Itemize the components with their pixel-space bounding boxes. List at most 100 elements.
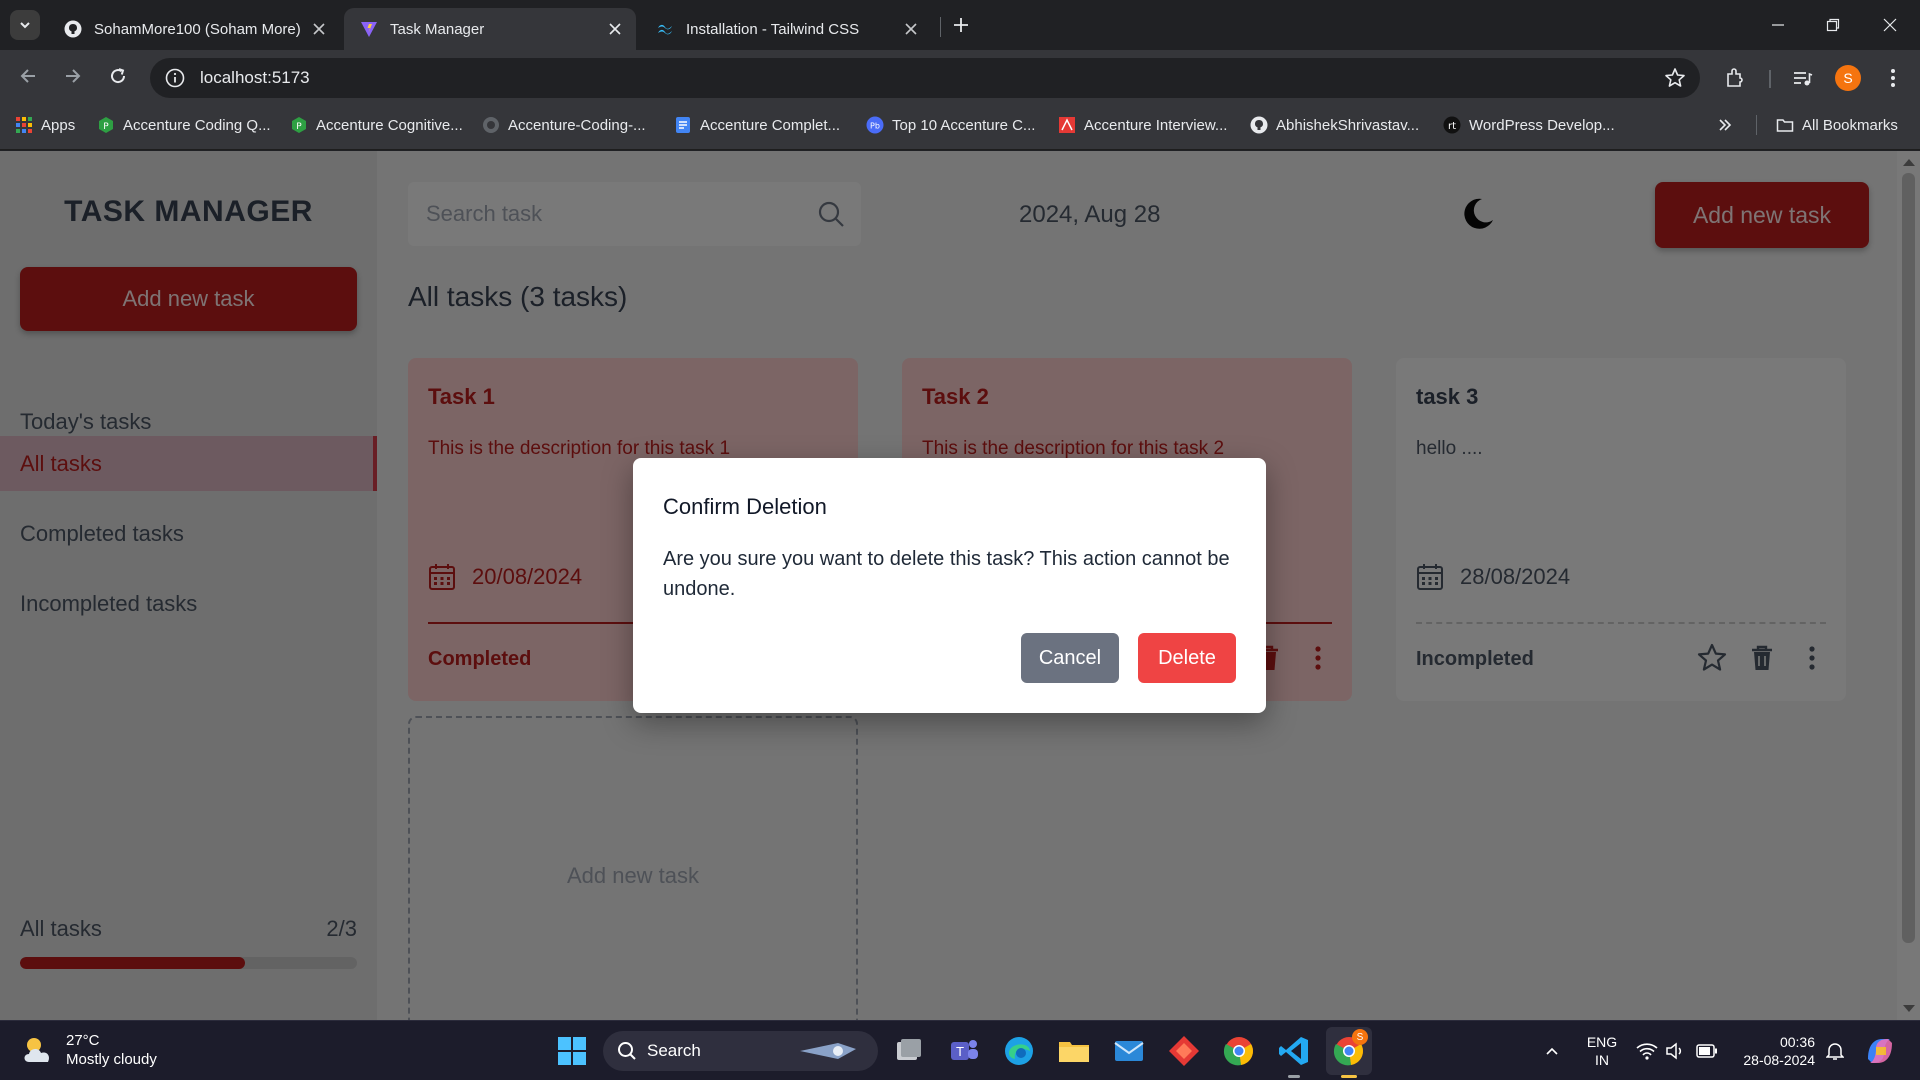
volume-icon[interactable] — [1662, 1033, 1688, 1069]
bookmark-item[interactable]: Pb Top 10 Accenture C... — [866, 114, 1035, 136]
blue-circle-icon: Pb — [866, 116, 884, 134]
chevron-up-icon — [1546, 1047, 1558, 1055]
url-text: localhost:5173 — [200, 68, 310, 87]
dialog-message: Are you sure you want to delete this tas… — [663, 548, 1230, 600]
toolbar-separator — [1769, 70, 1771, 88]
bookmark-label: Accenture Coding Q... — [123, 116, 271, 134]
clock-date: 28-08-2024 — [1743, 1052, 1815, 1068]
mail-icon[interactable] — [1111, 1033, 1147, 1069]
github-icon — [483, 117, 499, 133]
dialog-title: Confirm Deletion — [663, 494, 827, 519]
bookmark-label: Accenture Interview... — [1084, 116, 1228, 134]
restore-button[interactable] — [1813, 10, 1853, 40]
taskbar-search[interactable]: Search — [603, 1031, 878, 1071]
search-icon — [618, 1042, 636, 1060]
tab-strip: SohamMore100 (Soham More) Task Manager I… — [0, 0, 1920, 50]
close-icon — [1883, 18, 1897, 32]
file-explorer-icon[interactable] — [1056, 1033, 1092, 1069]
bookmark-label: AbhishekShrivastav... — [1276, 116, 1420, 134]
edge-icon[interactable] — [1001, 1033, 1037, 1069]
clock[interactable]: 00:36 28-08-2024 — [1735, 1033, 1815, 1069]
all-bookmarks-button[interactable]: All Bookmarks — [1776, 114, 1898, 136]
close-icon[interactable] — [606, 20, 624, 38]
language-indicator[interactable]: ENG IN — [1585, 1033, 1619, 1069]
back-button[interactable] — [14, 62, 42, 90]
red-square-icon — [1059, 117, 1075, 133]
bookmark-item[interactable]: P Accenture Cognitive... — [290, 114, 463, 136]
site-info-icon[interactable] — [164, 67, 186, 89]
windows-start-icon[interactable] — [554, 1033, 590, 1069]
reload-button[interactable] — [104, 62, 132, 90]
github-icon — [1250, 116, 1268, 134]
confirm-deletion-dialog: Confirm Deletion Are you sure you want t… — [633, 458, 1266, 713]
cloudy-weather-icon — [24, 1038, 50, 1062]
bookmark-item[interactable]: Accenture Complet... — [674, 114, 840, 136]
weather-text: Mostly cloudy — [66, 1051, 157, 1068]
profile-avatar[interactable]: S — [1835, 65, 1861, 91]
apps-grid-icon — [16, 117, 32, 133]
more-menu-icon[interactable] — [1881, 66, 1905, 90]
svg-text:P: P — [296, 122, 302, 132]
svg-text:Pb: Pb — [870, 122, 880, 131]
bookmark-item[interactable]: Accenture-Coding-... — [482, 114, 646, 136]
reload-icon — [111, 68, 126, 84]
tab-github[interactable]: SohamMore100 (Soham More) — [48, 8, 340, 50]
tab-label: SohamMore100 (Soham More) — [94, 20, 301, 38]
active-indicator — [1341, 1075, 1357, 1078]
app-red-diamond-icon[interactable] — [1166, 1033, 1202, 1069]
vite-icon — [361, 22, 377, 37]
address-bar[interactable]: localhost:5173 — [150, 58, 1700, 98]
clock-time: 00:36 — [1779, 1034, 1815, 1050]
minimize-icon — [1772, 24, 1784, 26]
svg-text:T: T — [955, 1045, 964, 1059]
bookmark-item[interactable]: AbhishekShrivastav... — [1250, 114, 1419, 136]
teams-icon[interactable]: T — [946, 1033, 982, 1069]
taskbar-search-label: Search — [647, 1041, 701, 1060]
green-hex-icon: P — [292, 117, 306, 133]
arrow-left-icon — [20, 69, 35, 83]
media-control-icon[interactable] — [1790, 66, 1814, 90]
more-bookmarks-button[interactable] — [1718, 114, 1732, 136]
search-highlight-icon — [800, 1043, 856, 1059]
tab-search-button[interactable] — [10, 10, 40, 40]
vscode-icon[interactable] — [1276, 1033, 1312, 1069]
minimize-button[interactable] — [1758, 10, 1798, 40]
arrow-right-icon — [66, 69, 81, 83]
tailwind-icon — [658, 24, 672, 35]
bookmark-item[interactable]: P Accenture Coding Q... — [97, 114, 271, 136]
bookmark-apps[interactable]: Apps — [15, 114, 75, 136]
bookmarks-bar: Apps P Accenture Coding Q... P Accenture… — [0, 100, 1920, 150]
bookmark-label: Accenture Complet... — [700, 116, 841, 134]
tab-separator — [940, 17, 941, 37]
chrome-icon[interactable] — [1221, 1033, 1257, 1069]
close-icon[interactable] — [310, 20, 328, 38]
close-window-button[interactable] — [1870, 10, 1910, 40]
weather-widget[interactable]: 27°C Mostly cloudy — [20, 1031, 157, 1069]
language-top: ENG — [1586, 1034, 1618, 1050]
notification-bell-icon[interactable] — [1822, 1033, 1848, 1069]
copilot-icon[interactable] — [1862, 1033, 1898, 1069]
new-tab-button[interactable] — [948, 12, 974, 38]
running-indicator — [1288, 1075, 1300, 1078]
svg-text:P: P — [103, 122, 109, 132]
double-chevron-right-icon — [1719, 119, 1732, 131]
battery-icon[interactable] — [1694, 1033, 1720, 1069]
forward-button[interactable] — [59, 62, 87, 90]
bookmark-item[interactable]: Accenture Interview... — [1058, 114, 1227, 136]
bookmark-star-icon[interactable] — [1664, 67, 1686, 89]
tab-task-manager[interactable]: Task Manager — [344, 8, 636, 50]
task-view-icon[interactable] — [891, 1033, 927, 1069]
delete-button[interactable]: Delete — [1138, 633, 1236, 683]
show-hidden-icons[interactable] — [1540, 1033, 1564, 1069]
bookmark-item[interactable]: rt WordPress Develop... — [1443, 114, 1615, 136]
green-hex-icon: P — [99, 117, 113, 133]
bookmark-label: Top 10 Accenture C... — [892, 116, 1036, 134]
tab-tailwind[interactable]: Installation - Tailwind CSS — [640, 8, 932, 50]
extensions-icon[interactable] — [1723, 66, 1747, 90]
bookmark-label: Accenture-Coding-... — [508, 116, 646, 134]
close-icon[interactable] — [902, 20, 920, 38]
folder-icon — [1776, 119, 1794, 132]
wifi-icon[interactable] — [1634, 1033, 1660, 1069]
github-icon — [64, 20, 82, 38]
cancel-button[interactable]: Cancel — [1021, 633, 1119, 683]
